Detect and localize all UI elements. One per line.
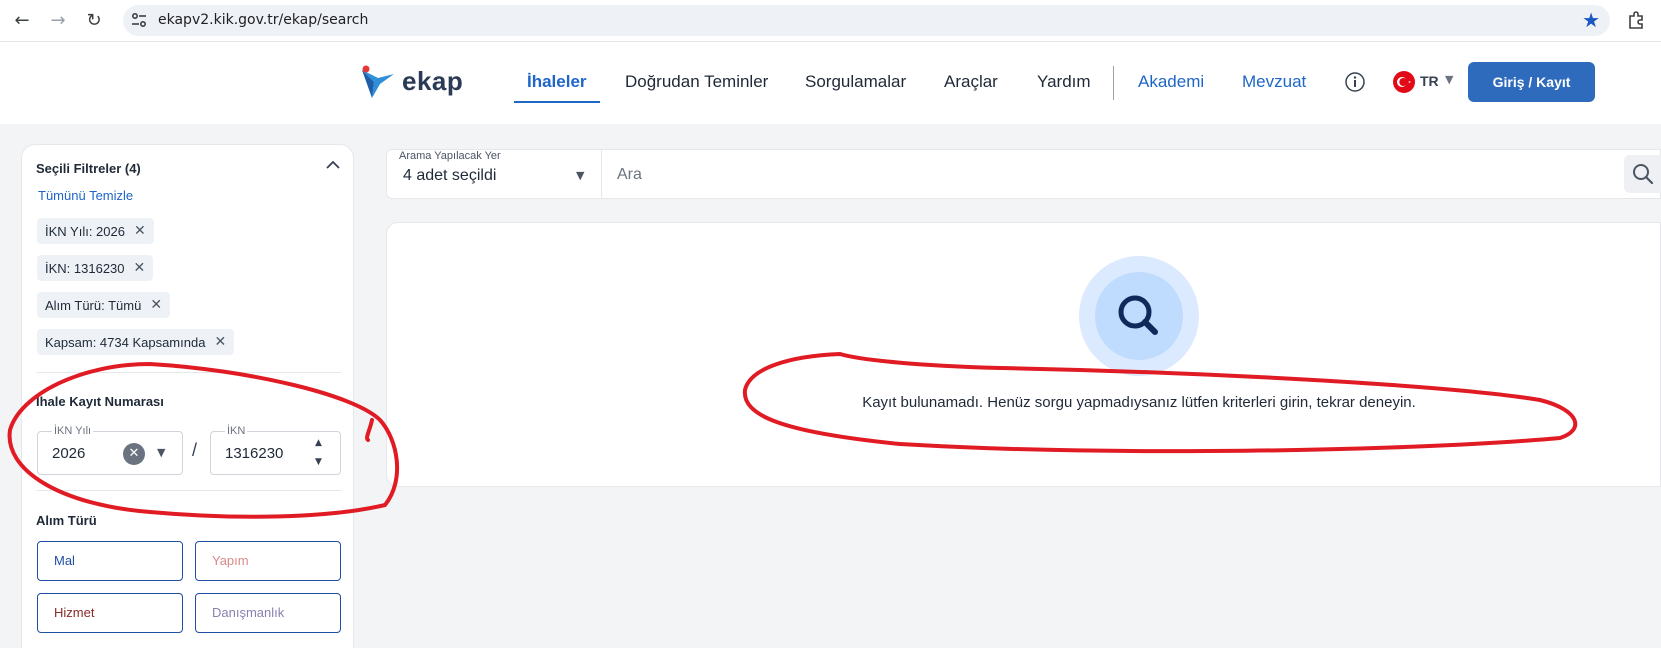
chevron-up-icon[interactable] xyxy=(325,157,341,173)
ikn-number-label: İKN xyxy=(225,425,248,437)
ikn-number-input[interactable]: İKN 1316230 ▲ ▼ xyxy=(210,425,341,475)
reload-icon[interactable]: ↻ xyxy=(82,9,106,33)
extensions-icon[interactable] xyxy=(1626,9,1648,31)
url-text[interactable]: ekapv2.kik.gov.tr/ekap/search xyxy=(158,12,368,28)
spin-up-icon[interactable]: ▲ xyxy=(315,438,322,448)
divider xyxy=(36,372,341,373)
type-yapim-button[interactable]: Yapım xyxy=(195,541,341,581)
nav-yardim[interactable]: Yardım xyxy=(1037,72,1091,92)
site-header: ekap İhaleler Doğrudan Teminler Sorgulam… xyxy=(0,42,1661,124)
empty-state-illustration xyxy=(1079,256,1199,376)
filter-chip: Alım Türü: Tümü ✕ xyxy=(37,292,171,318)
ikn-year-select[interactable]: İKN Yılı 2026 ✕ ▼ xyxy=(37,425,183,475)
ikn-year-value: 2026 xyxy=(52,445,86,462)
site-settings-icon[interactable] xyxy=(130,11,148,29)
nav-akademi[interactable]: Akademi xyxy=(1138,72,1204,92)
caret-down-icon: ▼ xyxy=(1445,73,1454,86)
type-hizmet-button[interactable]: Hizmet xyxy=(37,593,183,633)
results-panel: Kayıt bulunamadı. Henüz sorgu yapmadıysa… xyxy=(386,222,1661,487)
nav-ihaleler[interactable]: İhaleler xyxy=(527,72,587,92)
clear-icon[interactable]: ✕ xyxy=(123,443,145,465)
nav-dogrudan-teminler[interactable]: Doğrudan Teminler xyxy=(625,72,768,92)
purchase-type-title: Alım Türü xyxy=(36,513,97,528)
caret-down-icon[interactable]: ▼ xyxy=(157,446,165,459)
nav-separator xyxy=(1113,66,1114,100)
search-scope-value: 4 adet seçildi xyxy=(403,167,497,184)
filter-sidebar: Seçili Filtreler (4) Tümünü Temizle İKN … xyxy=(21,144,354,648)
logo-bird-icon xyxy=(362,65,394,98)
search-scope-label: Arama Yapılacak Yer xyxy=(399,150,501,162)
ikn-section-title: İhale Kayıt Numarası xyxy=(36,394,164,409)
close-icon[interactable]: ✕ xyxy=(134,223,146,239)
search-bar: Arama Yapılacak Yer 4 adet seçildi ▼ xyxy=(386,149,1661,199)
type-danismanlik-button[interactable]: Danışmanlık xyxy=(195,593,341,633)
filter-chip: İKN Yılı: 2026 ✕ xyxy=(37,218,154,244)
login-register-button[interactable]: Giriş / Kayıt xyxy=(1468,62,1595,102)
browser-toolbar: ← → ↻ ekapv2.kik.gov.tr/ekap/search ★ xyxy=(0,0,1661,42)
language-code: TR xyxy=(1420,73,1439,89)
nav-mevzuat[interactable]: Mevzuat xyxy=(1242,72,1306,92)
ikn-separator: / xyxy=(192,440,198,460)
no-results-message: Kayıt bulunamadı. Henüz sorgu yapmadıysa… xyxy=(862,394,1416,411)
arrow-right-icon[interactable]: → xyxy=(46,9,70,33)
search-icon xyxy=(1633,164,1654,185)
caret-down-icon: ▼ xyxy=(576,169,585,182)
clear-all-link[interactable]: Tümünü Temizle xyxy=(38,188,133,203)
nav-araclar[interactable]: Araçlar xyxy=(944,72,998,92)
ikn-year-label: İKN Yılı xyxy=(52,425,94,437)
filter-chip-label: İKN Yılı: 2026 xyxy=(45,223,125,239)
filter-chip: İKN: 1316230 ✕ xyxy=(37,255,154,281)
magnifier-icon xyxy=(1118,295,1158,335)
spin-down-icon[interactable]: ▼ xyxy=(315,457,322,467)
filter-chip: Kapsam: 4734 Kapsamında ✕ xyxy=(37,329,235,355)
search-button[interactable] xyxy=(1624,155,1661,193)
nav-sorgulamalar[interactable]: Sorgulamalar xyxy=(805,72,906,92)
close-icon[interactable]: ✕ xyxy=(150,297,162,313)
search-input[interactable] xyxy=(617,162,1577,188)
filter-chip-label: Kapsam: 4734 Kapsamında xyxy=(45,334,206,350)
close-icon[interactable]: ✕ xyxy=(214,334,226,350)
turkey-flag-icon xyxy=(1393,71,1415,93)
close-icon[interactable]: ✕ xyxy=(134,260,146,276)
search-scope-select[interactable]: Arama Yapılacak Yer 4 adet seçildi ▼ xyxy=(387,150,602,198)
type-mal-button[interactable]: Mal xyxy=(37,541,183,581)
arrow-left-icon[interactable]: ← xyxy=(10,9,34,33)
ekap-logo[interactable]: ekap xyxy=(358,62,468,102)
filter-chip-label: Alım Türü: Tümü xyxy=(45,297,142,313)
logo-text: ekap xyxy=(402,66,464,96)
info-icon[interactable] xyxy=(1344,71,1366,93)
selected-filters-title: Seçili Filtreler (4) xyxy=(36,161,141,176)
ikn-number-value: 1316230 xyxy=(225,445,284,462)
filter-chip-label: İKN: 1316230 xyxy=(45,260,125,276)
star-icon[interactable]: ★ xyxy=(1582,8,1600,32)
divider xyxy=(36,490,341,491)
active-nav-underline xyxy=(514,101,600,103)
address-bar[interactable]: ekapv2.kik.gov.tr/ekap/search ★ xyxy=(123,5,1610,36)
